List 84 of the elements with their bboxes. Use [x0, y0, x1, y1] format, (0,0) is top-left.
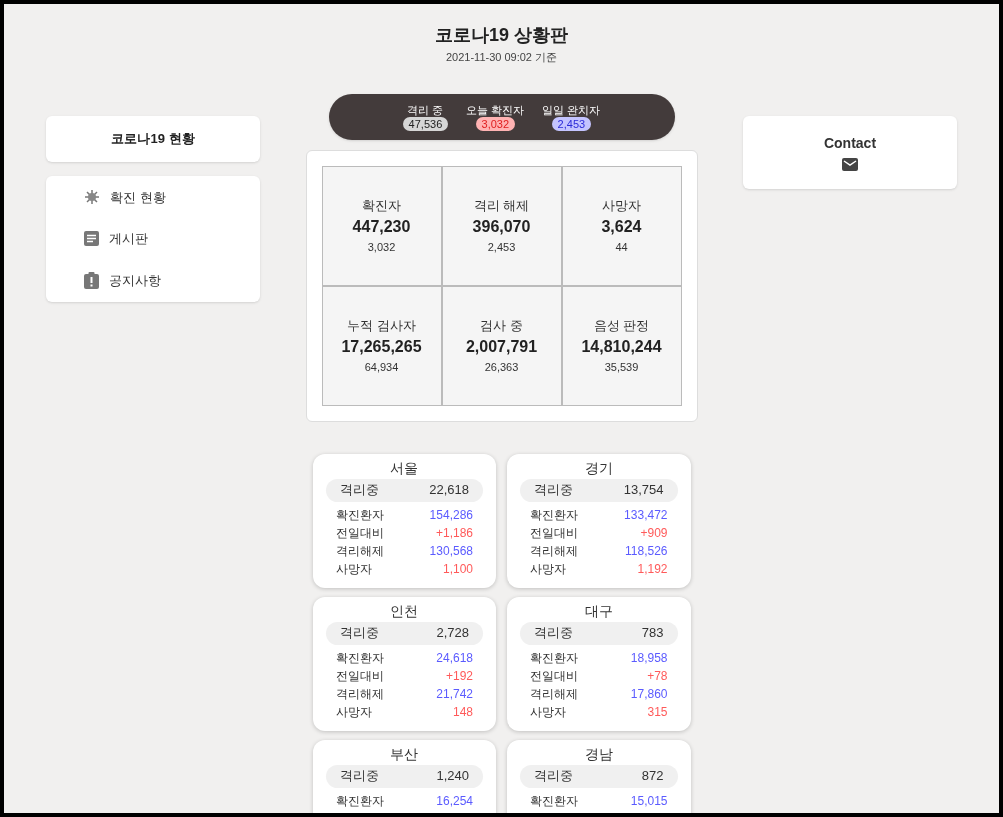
region-stat-value: +78	[647, 667, 668, 685]
stat-label: 음성 판정	[593, 316, 650, 335]
sidebar-item[interactable]: 게시판	[84, 229, 260, 249]
region-stat-value: 1,100	[442, 560, 473, 578]
contact-card[interactable]: Contact	[743, 115, 957, 189]
isolating-pill: 격리중 22,618	[325, 478, 483, 502]
isolating-pill: 격리중 783	[520, 621, 678, 645]
region-name: 부산	[389, 744, 420, 764]
stat-change: 2,453	[487, 240, 516, 255]
region-stat-label: 격리해제	[530, 685, 578, 703]
region-stat-value: 1,192	[637, 560, 668, 578]
sidebar-header: 코로나19 현황	[46, 115, 260, 162]
region-stat-value: 16,254	[436, 792, 473, 810]
region-stat-label: 확진환자	[530, 506, 578, 524]
region-stat-label: 확진환자	[335, 649, 384, 667]
region-stat-label: 격리해제	[335, 685, 384, 703]
region-stat-label: 사망자	[335, 560, 372, 578]
stat-value: 14,810,244	[581, 337, 662, 357]
region-name: 대구	[583, 601, 614, 621]
stat-label: 확진자	[362, 196, 401, 215]
region-stat-value: 21,742	[436, 685, 473, 703]
region-stat-value: 17,860	[630, 685, 668, 703]
region-stat-value: 133,472	[624, 506, 668, 524]
region-stat-value: 24,618	[436, 649, 473, 667]
region-stat-label: 전일대비	[335, 667, 384, 685]
stat-change: 35,539	[604, 360, 639, 375]
summary-badge: 2,453	[551, 116, 592, 131]
stat-value: 17,265,265	[341, 337, 422, 357]
region-stat-label: 전일대비	[530, 524, 578, 542]
stat-value: 3,624	[601, 217, 642, 237]
region-stat-label: 사망자	[530, 560, 566, 578]
region-stat-value: 315	[647, 703, 668, 721]
stat-value: 447,230	[352, 217, 411, 237]
contact-title: Contact	[823, 134, 877, 153]
isolating-pill: 격리중 13,754	[520, 478, 678, 502]
stat-change: 26,363	[484, 360, 519, 375]
region-stat-label: 확진환자	[335, 506, 384, 524]
region-stat-label: 전일대비	[335, 524, 384, 542]
region-stat-label: 확진환자	[530, 792, 578, 810]
region-stat-label: 전일대비	[530, 667, 578, 685]
region-stat-value: 154,286	[429, 506, 473, 524]
sidebar-item[interactable]: 확진 현황	[84, 187, 260, 207]
region-stat-value: 130,568	[429, 542, 473, 560]
stat-value: 396,070	[472, 217, 531, 237]
region-stat-label: 사망자	[530, 703, 566, 721]
isolating-pill: 격리중 872	[520, 764, 678, 788]
stat-change: 44	[615, 240, 628, 255]
region-stat-label: 사망자	[335, 703, 372, 721]
virus-icon	[84, 189, 100, 206]
stat-label: 검사 중	[480, 316, 523, 335]
stat-label: 사망자	[602, 196, 641, 215]
stat-value: 2,007,791	[465, 337, 538, 357]
region-stat-label: 확진환자	[530, 649, 578, 667]
region-stat-label: 격리해제	[530, 542, 578, 560]
region-name: 인천	[389, 601, 420, 621]
mail-icon	[842, 158, 858, 171]
region-stat-value: +1,186	[435, 524, 473, 542]
region-name: 서울	[389, 458, 420, 478]
page-title: 코로나19 상황판	[435, 24, 568, 47]
region-stat-value: 18,958	[630, 649, 668, 667]
region-stat-label: 확진환자	[335, 792, 384, 810]
summary-label: 격리 중	[407, 102, 444, 117]
region-stat-label: 격리해제	[335, 542, 384, 560]
document-icon	[84, 231, 99, 247]
summary-label: 일일 완치자	[542, 102, 601, 117]
stat-label: 누적 검사자	[347, 316, 416, 335]
stat-label: 격리 해제	[473, 196, 530, 215]
sidebar-item[interactable]: 공지사항	[84, 270, 260, 290]
region-stat-value: 148	[452, 703, 473, 721]
summary-badge: 47,536	[402, 116, 449, 131]
isolating-pill: 격리중 2,728	[325, 621, 483, 645]
region-stat-value: +192	[445, 667, 473, 685]
summary-badge: 3,032	[475, 116, 516, 131]
region-name: 경기	[583, 458, 614, 478]
region-stat-value: 118,526	[625, 542, 668, 560]
stat-change: 64,934	[364, 360, 399, 375]
update-time: 2021-11-30 09:02 기준	[445, 50, 558, 65]
region-stat-value: 15,015	[630, 792, 668, 810]
region-name: 경남	[583, 744, 614, 764]
stat-change: 3,032	[367, 240, 396, 255]
region-stat-value: +909	[640, 524, 668, 542]
isolating-pill: 격리중 1,240	[325, 764, 483, 788]
clipboard-alert-icon	[84, 271, 99, 289]
summary-label: 오늘 확진자	[466, 102, 525, 117]
